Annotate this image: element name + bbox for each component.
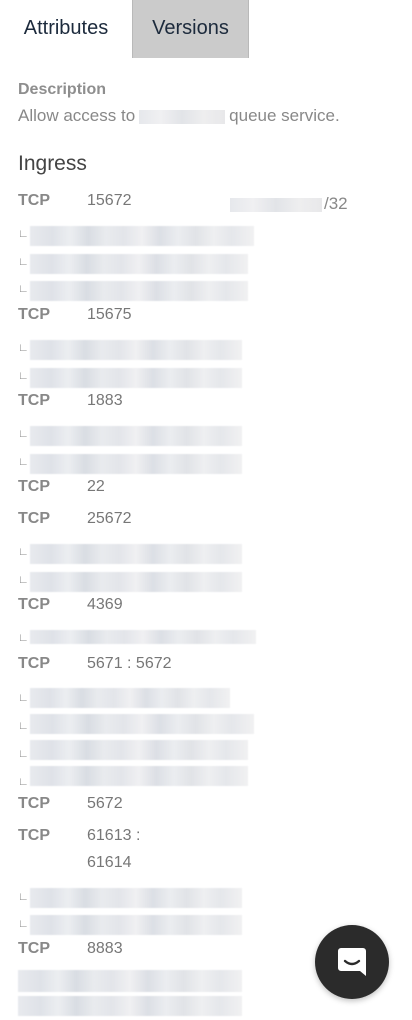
elbow-icon: ∟ (18, 891, 29, 903)
redacted-source (30, 281, 248, 301)
cidr-suffix: /32 (324, 194, 348, 213)
rule-protocol: TCP (18, 940, 50, 957)
redacted-source (30, 888, 242, 908)
elbow-icon: ∟ (18, 546, 29, 558)
description-label: Description (18, 81, 107, 98)
redacted-source (30, 544, 242, 564)
redacted-source (30, 572, 242, 592)
rule-port: 1883 (87, 392, 123, 409)
rule-port: 15675 (87, 306, 132, 323)
elbow-icon: ∟ (18, 370, 29, 382)
description-text: Allow access to queue service. (18, 106, 340, 126)
redacted-source (30, 688, 230, 708)
chat-bubble-icon (338, 948, 366, 976)
rule-protocol: TCP (18, 392, 50, 409)
elbow-icon: ∟ (18, 918, 29, 930)
rule-port: 25672 (87, 510, 132, 527)
tab-versions[interactable]: Versions (132, 0, 249, 58)
elbow-icon: ∟ (18, 720, 29, 732)
redacted-source (30, 340, 242, 360)
elbow-icon: ∟ (18, 748, 29, 760)
description-suffix: queue service. (229, 106, 340, 125)
redacted-source (18, 970, 242, 992)
elbow-icon: ∟ (18, 776, 29, 788)
elbow-icon: ∟ (18, 283, 29, 295)
redacted-source (30, 254, 248, 274)
elbow-icon: ∟ (18, 428, 29, 440)
redacted-source (18, 996, 242, 1016)
rule-port: 22 (87, 478, 105, 495)
redacted-source (30, 368, 242, 388)
rule-protocol: TCP (18, 478, 50, 495)
rule-port: 4369 (87, 596, 123, 613)
tab-attributes[interactable]: Attributes (0, 0, 132, 58)
description-prefix: Allow access to (18, 106, 136, 125)
elbow-icon: ∟ (18, 456, 29, 468)
rule-protocol: TCP (18, 510, 50, 527)
rule-protocol: TCP (18, 827, 50, 844)
redacted-source (30, 740, 248, 760)
rule-cidr: /32 (230, 194, 348, 214)
rule-port: 61613 : (87, 827, 141, 844)
rule-port: 5672 (87, 795, 123, 812)
redacted-text (139, 109, 226, 124)
rule-port: 8883 (87, 940, 123, 957)
redacted-source (30, 630, 256, 644)
redacted-text (230, 197, 322, 212)
elbow-icon: ∟ (18, 692, 29, 704)
rule-protocol: TCP (18, 306, 50, 323)
rule-port: 15672 (87, 192, 132, 209)
elbow-icon: ∟ (18, 342, 29, 354)
rule-protocol: TCP (18, 655, 50, 672)
ingress-heading: Ingress (18, 152, 87, 175)
redacted-source (30, 714, 254, 734)
elbow-icon: ∟ (18, 256, 29, 268)
rule-protocol: TCP (18, 192, 50, 209)
redacted-source (30, 915, 242, 935)
rule-protocol: TCP (18, 795, 50, 812)
rule-port: 5671 : 5672 (87, 655, 172, 672)
elbow-icon: ∟ (18, 228, 29, 240)
redacted-source (30, 454, 242, 474)
elbow-icon: ∟ (18, 632, 29, 644)
redacted-source (30, 766, 248, 786)
chat-launcher-button[interactable] (315, 925, 389, 999)
tab-bar: Attributes Versions (0, 0, 412, 58)
rule-port-end: 61614 (87, 854, 132, 871)
redacted-source (30, 226, 254, 246)
elbow-icon: ∟ (18, 574, 29, 586)
rule-protocol: TCP (18, 596, 50, 613)
redacted-source (30, 426, 242, 446)
